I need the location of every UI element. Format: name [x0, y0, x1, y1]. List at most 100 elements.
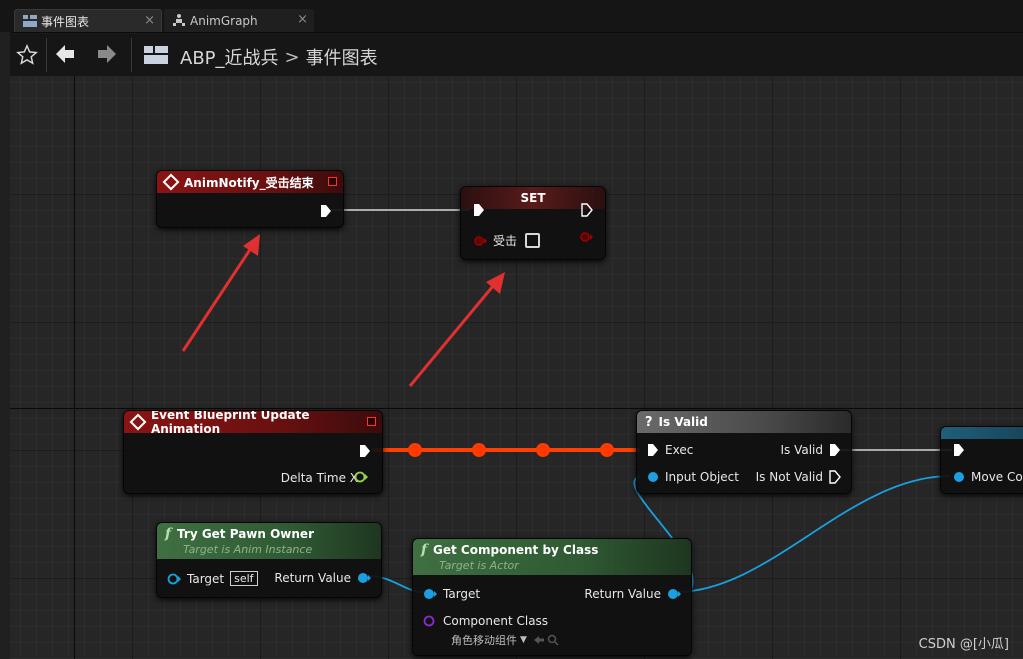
node-header: AnimNotify_受击结束 [157, 171, 343, 193]
wire-reroute-dot [408, 443, 422, 457]
toolbar-divider [46, 38, 47, 72]
node-event-update-animation[interactable]: Event Blueprint Update Animation Delta T… [123, 410, 383, 494]
pin-label: Exec [665, 443, 694, 457]
breadcrumb-current: 事件图表 [305, 48, 378, 69]
use-selected-arrow-icon[interactable] [533, 635, 545, 645]
pin-label: Input Object [665, 470, 739, 484]
node-try-get-pawn-owner[interactable]: f Try Get Pawn Owner Target is Anim Inst… [156, 522, 382, 598]
node-subtitle: Target is Anim Instance [183, 543, 313, 556]
object-out-pin[interactable] [357, 572, 371, 584]
pin-label: Is Valid [780, 443, 823, 457]
component-class-row: Component Class [423, 614, 548, 628]
breadcrumb: ABP_近战兵 > 事件图表 [180, 44, 378, 70]
object-pin[interactable] [167, 573, 181, 585]
function-icon: f [165, 526, 172, 542]
node-title: SET [520, 191, 546, 205]
tab-label: 事件图表 [41, 14, 90, 29]
node-header: f Get Component by Class Target is Actor [413, 539, 691, 575]
breadcrumb-separator: > [284, 46, 300, 68]
tab-event-graph[interactable]: 事件图表 × [14, 9, 162, 32]
exec-in-row: Exec [647, 443, 693, 457]
exec-in-pin[interactable] [473, 203, 485, 217]
pin-label: 受击 [493, 234, 518, 248]
annotation-arrow-head [243, 234, 260, 256]
target-row: Target [423, 587, 480, 601]
toolbar-divider [131, 38, 132, 72]
breadcrumb-root[interactable]: ABP_近战兵 [180, 44, 279, 70]
wire-reroute-dot [536, 443, 550, 457]
node-header: ? Is Valid [637, 411, 851, 433]
chevron-down-icon: ▼ [520, 635, 527, 645]
macro-question-icon: ? [645, 414, 653, 430]
node-anim-notify[interactable]: AnimNotify_受击结束 [156, 170, 344, 228]
watermark: CSDN @[小瓜] [918, 637, 1009, 652]
component-class-dropdown[interactable]: 角色移动组件 ▼ [451, 632, 559, 648]
close-icon[interactable]: × [297, 12, 308, 27]
delegate-pin-icon[interactable] [328, 177, 337, 186]
object-out-pin[interactable] [667, 588, 681, 600]
pin-label: Target [187, 571, 225, 586]
pin-label: Return Value [274, 571, 351, 585]
node-get-component-by-class[interactable]: f Get Component by Class Target is Actor… [412, 538, 692, 656]
tab-label: AnimGraph [190, 13, 258, 28]
node-set[interactable]: SET 受击 [460, 186, 606, 260]
is-not-valid-row: Is Not Valid [756, 470, 841, 484]
node-title: AnimNotify_受击结束 [184, 175, 314, 190]
node-title: Event Blueprint Update Animation [150, 410, 310, 436]
pin-label: Return Value [584, 587, 661, 601]
node-title: Is Valid [658, 415, 708, 429]
graph-canvas[interactable]: AnimNotify_受击结束 SET 受击 Event Blueprint U… [10, 76, 1023, 659]
bool-out-pin[interactable] [579, 231, 595, 243]
event-graph-icon [23, 15, 37, 27]
bool-pin[interactable] [473, 235, 487, 247]
pin-label: Move Cor [971, 470, 1023, 484]
pin-label: Target [443, 587, 481, 601]
return-row: Return Value [584, 587, 681, 601]
node-header: Event Blueprint Update Animation [124, 410, 382, 436]
pin-label: Component Class [443, 614, 549, 628]
bool-checkbox[interactable] [525, 233, 541, 248]
input-object-row: Input Object [647, 470, 739, 484]
star-icon[interactable] [16, 44, 38, 66]
move-comp-row: Move Cor [953, 470, 1023, 484]
exec-in-pin[interactable] [647, 443, 659, 457]
node-move-component[interactable]: Move Cor [940, 426, 1023, 494]
close-icon[interactable]: × [144, 13, 155, 28]
exec-out-pin[interactable] [829, 443, 841, 457]
exec-out-pin[interactable] [581, 203, 593, 217]
self-default-value[interactable]: self [230, 571, 258, 586]
tab-animgraph[interactable]: AnimGraph × [164, 9, 314, 32]
set-variable-row: 受击 [473, 232, 541, 249]
dropdown-value: 角色移动组件 [451, 634, 517, 647]
object-pin[interactable] [423, 588, 437, 600]
node-title: Try Get Pawn Owner [177, 527, 314, 541]
wire-reroute-dot [472, 443, 486, 457]
exec-out-pin[interactable] [320, 204, 332, 218]
node-subtitle: Target is Actor [439, 559, 519, 572]
object-pin[interactable] [953, 471, 965, 483]
browse-search-icon[interactable] [547, 634, 559, 646]
event-graph-icon [144, 46, 168, 64]
exec-out-pin[interactable] [829, 470, 841, 484]
back-arrow-icon[interactable] [54, 43, 76, 65]
class-pin[interactable] [423, 615, 437, 627]
tab-bar: 事件图表 × AnimGraph × [0, 0, 1023, 33]
target-row: Target self [167, 571, 258, 586]
exec-out-pin[interactable] [359, 444, 371, 458]
delegate-pin-icon[interactable] [367, 417, 376, 426]
annotation-arrow [408, 279, 500, 387]
node-header [941, 427, 1023, 439]
forward-arrow-icon[interactable] [96, 43, 118, 65]
pin-label: Is Not Valid [755, 470, 823, 484]
float-pin[interactable] [354, 470, 368, 484]
exec-in-pin[interactable] [953, 443, 965, 457]
function-icon: f [421, 542, 428, 558]
wire-reroute-dot [600, 443, 614, 457]
node-title: Get Component by Class [433, 543, 599, 557]
graph-toolbar: ABP_近战兵 > 事件图表 [10, 34, 1023, 76]
node-is-valid[interactable]: ? Is Valid Exec Input Object Is Valid Is… [636, 410, 852, 494]
object-pin[interactable] [647, 471, 659, 483]
pin-label: Delta Time X [280, 471, 358, 485]
is-valid-row: Is Valid [780, 443, 841, 457]
annotation-arrow [181, 241, 257, 352]
